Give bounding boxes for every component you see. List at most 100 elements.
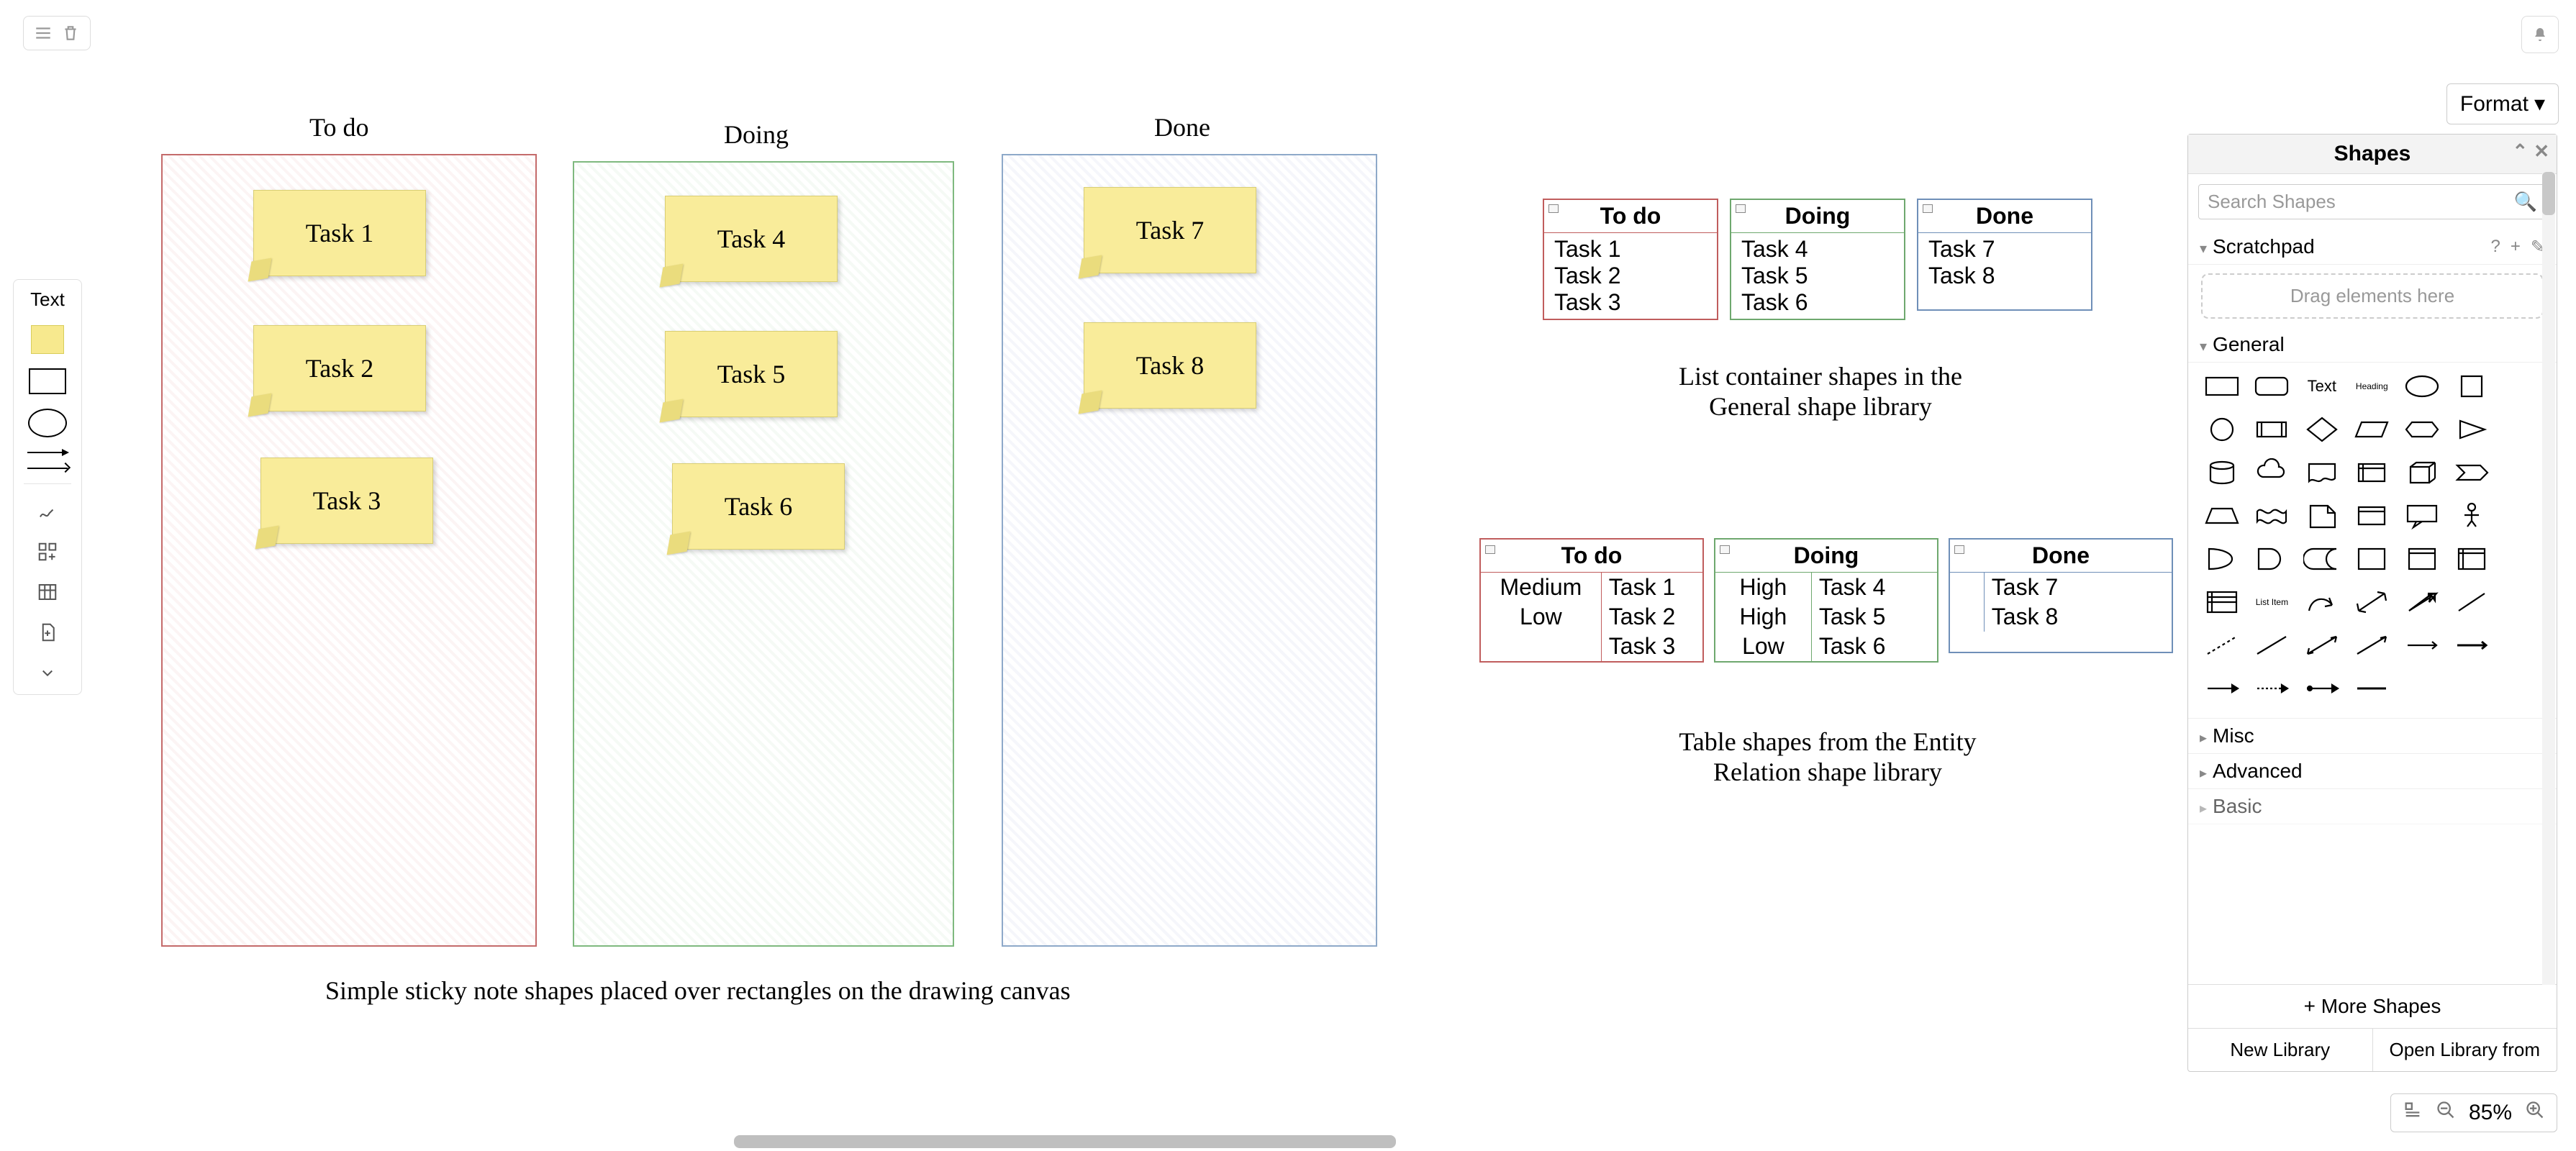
- section-general[interactable]: ▾General: [2188, 327, 2557, 363]
- shape-data-store[interactable]: [2301, 542, 2343, 576]
- shape-line[interactable]: [2251, 629, 2292, 662]
- shape-card[interactable]: [2351, 499, 2393, 532]
- shape-cylinder[interactable]: [2201, 456, 2243, 489]
- sticky-task1[interactable]: Task 1: [253, 190, 426, 276]
- shape-callout[interactable]: [2401, 499, 2443, 532]
- section-basic[interactable]: ▸Basic: [2188, 789, 2557, 824]
- zoom-out-icon[interactable]: [2436, 1100, 2456, 1126]
- shape-bidir-line[interactable]: [2301, 629, 2343, 662]
- sticky-task3[interactable]: Task 3: [260, 458, 433, 544]
- add-icon[interactable]: +: [2511, 237, 2521, 258]
- listbox-doing[interactable]: Doing Task 4 Task 5 Task 6: [1730, 199, 1905, 320]
- scrollbar-thumb[interactable]: [2542, 172, 2555, 215]
- shape-list[interactable]: [2201, 586, 2243, 619]
- horizontal-scrollbar[interactable]: [0, 1132, 2576, 1151]
- help-icon[interactable]: ?: [2491, 237, 2500, 258]
- shape-line-thin[interactable]: [2451, 586, 2493, 619]
- shape-connector3[interactable]: [2201, 672, 2243, 705]
- collapse-icon[interactable]: ⌃: [2512, 140, 2528, 163]
- listbox-title: Doing: [1785, 203, 1851, 229]
- listbox-todo[interactable]: To do Task 1 Task 2 Task 3: [1543, 199, 1718, 320]
- sticky-task2[interactable]: Task 2: [253, 325, 426, 411]
- sticky-task8[interactable]: Task 8: [1084, 322, 1256, 409]
- shape-connector1[interactable]: [2401, 629, 2443, 662]
- shapes-search-input[interactable]: Search Shapes 🔍: [2198, 184, 2546, 219]
- open-library-button[interactable]: Open Library from: [2373, 1029, 2557, 1071]
- shape-bidir-arrow[interactable]: [2351, 586, 2393, 619]
- shape-rectangle[interactable]: [2201, 370, 2243, 403]
- section-misc[interactable]: ▸Misc: [2188, 719, 2557, 754]
- zoom-in-icon[interactable]: [2525, 1100, 2545, 1126]
- more-shapes-button[interactable]: + More Shapes: [2188, 985, 2557, 1029]
- shape-text[interactable]: Text: [2301, 370, 2343, 403]
- shape-connector4[interactable]: [2251, 672, 2292, 705]
- shape-container2[interactable]: [2401, 542, 2443, 576]
- shape-blank6[interactable]: [2501, 586, 2543, 619]
- shape-hexagon[interactable]: [2401, 413, 2443, 446]
- shape-step[interactable]: [2451, 456, 2493, 489]
- shape-diamond[interactable]: [2301, 413, 2343, 446]
- shape-and[interactable]: [2201, 542, 2243, 576]
- shape-process[interactable]: [2251, 413, 2292, 446]
- shape-connector2[interactable]: [2451, 629, 2493, 662]
- shape-blank[interactable]: [2501, 370, 2543, 403]
- shape-tape[interactable]: [2251, 499, 2292, 532]
- kanban-col-title-done: Done: [1154, 112, 1210, 142]
- tablebox-done[interactable]: Done Task 7 Task 8: [1949, 538, 2173, 653]
- sticky-label: Task 6: [725, 491, 792, 522]
- table-cell: Task 4: [1811, 573, 1937, 602]
- shape-trapezoid[interactable]: [2201, 499, 2243, 532]
- shape-triangle[interactable]: [2451, 413, 2493, 446]
- shape-actor[interactable]: [2451, 499, 2493, 532]
- shape-circle[interactable]: [2201, 413, 2243, 446]
- shape-cloud[interactable]: [2251, 456, 2292, 489]
- shape-arrow[interactable]: [2401, 586, 2443, 619]
- shape-curve-arrow[interactable]: [2301, 586, 2343, 619]
- shape-dashed-line[interactable]: [2201, 629, 2243, 662]
- shape-connector6[interactable]: [2351, 672, 2393, 705]
- shape-blank4[interactable]: [2501, 499, 2543, 532]
- list-icon: [1548, 204, 1559, 213]
- shape-arrow-line[interactable]: [2351, 629, 2393, 662]
- panel-scrollbar[interactable]: [2542, 170, 2555, 985]
- shape-blank5[interactable]: [2501, 542, 2543, 576]
- shape-internal-storage[interactable]: [2351, 456, 2393, 489]
- shape-heading[interactable]: Heading: [2351, 370, 2393, 403]
- scratchpad-dropzone[interactable]: Drag elements here: [2201, 273, 2544, 319]
- shape-list-item[interactable]: List Item: [2251, 586, 2292, 619]
- sticky-task6[interactable]: Task 6: [672, 463, 845, 550]
- new-library-button[interactable]: New Library: [2188, 1029, 2373, 1071]
- shape-parallelogram[interactable]: [2351, 413, 2393, 446]
- triangle-right-icon: ▸: [2200, 730, 2207, 746]
- shape-blank7[interactable]: [2501, 629, 2543, 662]
- sticky-task4[interactable]: Task 4: [665, 196, 838, 282]
- section-scratchpad[interactable]: ▾Scratchpad ? + ✎: [2188, 229, 2557, 265]
- listbox-done[interactable]: Done Task 7 Task 8: [1917, 199, 2092, 311]
- tablebox-doing[interactable]: Doing HighTask 4 HighTask 5 LowTask 6: [1714, 538, 1938, 663]
- shape-connector5[interactable]: [2301, 672, 2343, 705]
- caption-line: List container shapes in the: [1655, 361, 1986, 391]
- shape-blank3[interactable]: [2501, 456, 2543, 489]
- tablebox-todo[interactable]: To do MediumTask 1 LowTask 2 Task 3: [1479, 538, 1704, 663]
- shape-cube[interactable]: [2401, 456, 2443, 489]
- shape-rounded-rectangle[interactable]: [2251, 370, 2292, 403]
- section-advanced[interactable]: ▸Advanced: [2188, 754, 2557, 789]
- sticky-task5[interactable]: Task 5: [665, 331, 838, 417]
- search-icon: 🔍: [2514, 191, 2537, 213]
- sticky-label: Task 7: [1136, 215, 1204, 245]
- shape-square[interactable]: [2451, 370, 2493, 403]
- shape-label: List Item: [2256, 597, 2288, 607]
- scrollbar-thumb[interactable]: [734, 1135, 1396, 1148]
- shape-ellipse[interactable]: [2401, 370, 2443, 403]
- shape-container3[interactable]: [2451, 542, 2493, 576]
- shape-container[interactable]: [2351, 542, 2393, 576]
- outline-icon[interactable]: [2403, 1100, 2423, 1126]
- shape-note[interactable]: [2301, 499, 2343, 532]
- sticky-task7[interactable]: Task 7: [1084, 187, 1256, 273]
- table-cell: Task 2: [1601, 602, 1702, 632]
- close-icon[interactable]: ✕: [2534, 140, 2549, 163]
- shape-document[interactable]: [2301, 456, 2343, 489]
- shape-blank2[interactable]: [2501, 413, 2543, 446]
- shape-or[interactable]: [2251, 542, 2292, 576]
- zoom-percent[interactable]: 85%: [2469, 1101, 2512, 1125]
